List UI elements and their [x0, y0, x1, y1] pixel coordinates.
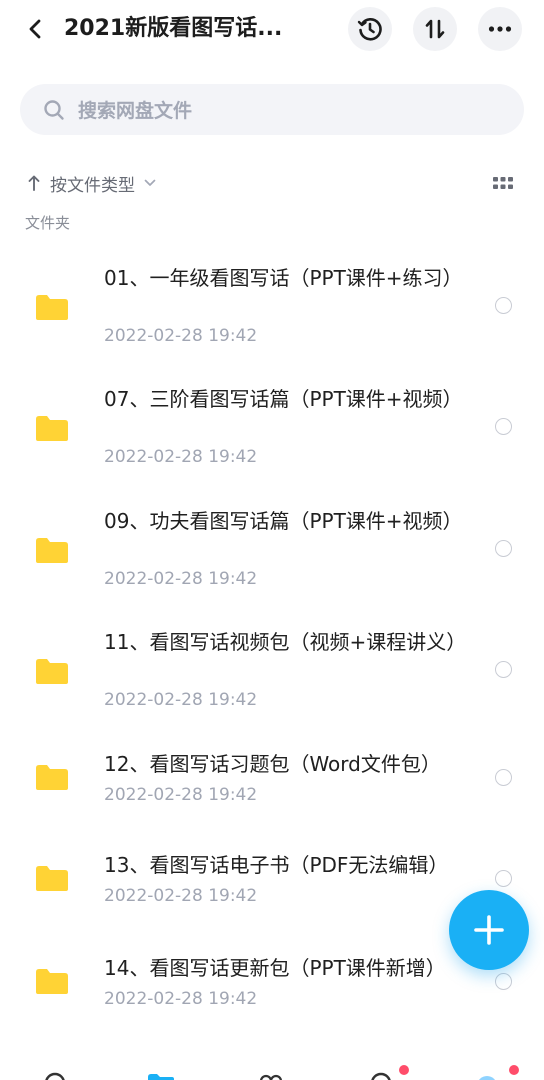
list-item[interactable]: 01、一年级看图写话（PPT课件+练习） 2022-02-28 19:42	[0, 264, 544, 364]
folder-icon	[36, 765, 68, 790]
folder-icon	[36, 866, 68, 891]
history-clock-icon	[357, 18, 382, 41]
file-name: 09、功夫看图写话篇（PPT课件+视频）	[104, 509, 463, 533]
arrow-up-icon	[26, 172, 42, 194]
file-name: 13、看图写话电子书（PDF无法编辑）	[104, 853, 449, 877]
file-date: 2022-02-28 19:42	[104, 886, 258, 906]
folder-icon	[36, 295, 68, 320]
sort-arrows-icon	[425, 19, 445, 39]
grid-view-icon	[493, 177, 513, 189]
search-input[interactable]: 搜索网盘文件	[20, 84, 524, 135]
list-item[interactable]: 11、看图写话视频包（视频+课程讲义） 2022-02-28 19:42	[0, 628, 544, 728]
file-date: 2022-02-28 19:42	[104, 690, 258, 710]
sort-by-type-toggle[interactable]: 按文件类型	[26, 170, 157, 196]
file-name: 01、一年级看图写话（PPT课件+练习）	[104, 266, 463, 290]
folder-section-label: 文件夹	[25, 214, 71, 232]
folder-icon	[36, 416, 68, 441]
file-name: 14、看图写话更新包（PPT课件新增）	[104, 956, 446, 980]
more-dots-icon	[488, 26, 512, 32]
list-item[interactable]: 14、看图写话更新包（PPT课件新增） 2022-02-28 19:42	[0, 954, 544, 1020]
chevron-left-icon	[29, 19, 41, 39]
select-checkbox[interactable]	[495, 297, 512, 314]
select-checkbox[interactable]	[495, 661, 512, 678]
history-button[interactable]	[348, 7, 392, 51]
back-button[interactable]	[18, 12, 52, 46]
file-name: 12、看图写话习题包（Word文件包）	[104, 752, 441, 776]
folder-icon	[36, 538, 68, 563]
list-item[interactable]: 09、功夫看图写话篇（PPT课件+视频） 2022-02-28 19:42	[0, 507, 544, 607]
more-button[interactable]	[478, 7, 522, 51]
file-date: 2022-02-28 19:42	[104, 447, 258, 467]
top-bar: 2021新版看图写话...	[0, 0, 544, 60]
select-checkbox[interactable]	[495, 973, 512, 990]
select-checkbox[interactable]	[495, 870, 512, 887]
file-date: 2022-02-28 19:42	[104, 785, 258, 805]
file-date: 2022-02-28 19:42	[104, 326, 258, 346]
tab-messages-icon[interactable]	[364, 1066, 398, 1080]
plus-icon	[474, 915, 504, 945]
file-name: 11、看图写话视频包（视频+课程讲义）	[104, 630, 467, 654]
sort-button[interactable]	[413, 7, 457, 51]
tab-home-icon[interactable]	[38, 1066, 72, 1080]
file-date: 2022-02-28 19:42	[104, 569, 258, 589]
chevron-down-icon	[143, 176, 157, 190]
file-date: 2022-02-28 19:42	[104, 989, 258, 1009]
search-icon	[42, 98, 66, 122]
select-checkbox[interactable]	[495, 769, 512, 786]
list-item[interactable]: 07、三阶看图写话篇（PPT课件+视频） 2022-02-28 19:42	[0, 385, 544, 485]
tab-profile-icon[interactable]	[470, 1066, 504, 1080]
tab-files-icon[interactable]	[144, 1066, 178, 1080]
notification-badge	[399, 1065, 409, 1075]
sort-label: 按文件类型	[50, 175, 135, 196]
notification-badge	[509, 1065, 519, 1075]
folder-icon	[36, 969, 68, 994]
tab-share-icon[interactable]	[254, 1066, 288, 1080]
search-placeholder: 搜索网盘文件	[78, 100, 193, 122]
grid-view-button[interactable]	[490, 172, 516, 194]
list-item[interactable]: 12、看图写话习题包（Word文件包） 2022-02-28 19:42	[0, 750, 544, 816]
folder-icon	[36, 659, 68, 684]
page-title: 2021新版看图写话...	[64, 16, 283, 41]
file-name: 07、三阶看图写话篇（PPT课件+视频）	[104, 387, 463, 411]
select-checkbox[interactable]	[495, 418, 512, 435]
add-button[interactable]	[449, 890, 529, 970]
select-checkbox[interactable]	[495, 540, 512, 557]
